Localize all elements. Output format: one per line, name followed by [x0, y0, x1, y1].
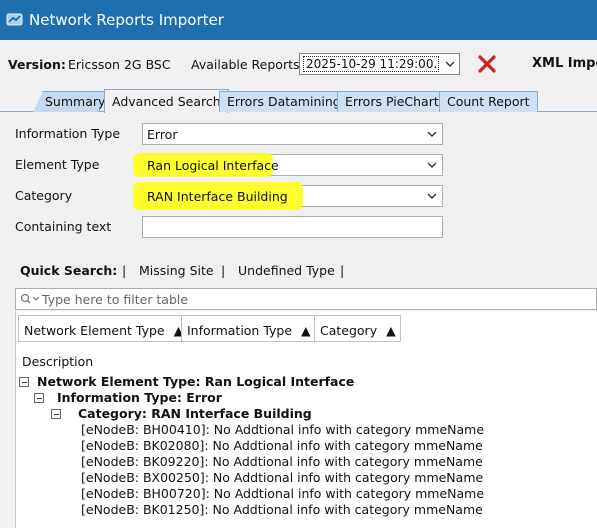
- tab-errors-datamining[interactable]: Errors Datamining: [219, 91, 349, 112]
- element-type-value: Ran Logical Interface: [147, 158, 279, 173]
- quick-search-label: Quick Search:: [20, 263, 118, 278]
- xml-import-label: XML Impor: [532, 56, 597, 71]
- sort-up-icon: ▲: [301, 323, 311, 338]
- version-value: Ericsson 2G BSC: [68, 57, 171, 72]
- separator: |: [340, 263, 345, 278]
- tab-summary-label: Summary: [45, 94, 106, 109]
- report-toolbar: Version: Ericsson 2G BSC Available Repor…: [0, 50, 597, 78]
- row-description: [eNodeB: BK02080]: No Addtional info wit…: [81, 438, 483, 453]
- app-logo-icon: [6, 13, 23, 26]
- group-by-information-type[interactable]: Information Type ▲: [181, 315, 316, 342]
- row-description: [eNodeB: BX00250]: No Addtional info wit…: [81, 470, 484, 485]
- results-table: Network Element Type ▲ Information Type ▲ …: [15, 311, 597, 528]
- category-value: RAN Interface Building: [147, 189, 288, 204]
- row-description: [eNodeB: BK01250]: No Addtional info wit…: [81, 502, 483, 517]
- collapse-icon[interactable]: [51, 409, 61, 419]
- sort-up-icon: ▲: [386, 323, 396, 338]
- tab-bar: Summary Advanced Search Errors Dataminin…: [0, 89, 597, 113]
- table-row[interactable]: [eNodeB: BH00410]: No Addtional info wit…: [16, 422, 597, 438]
- group-header-label: Category: [320, 323, 378, 338]
- table-row[interactable]: [eNodeB: BK02080]: No Addtional info wit…: [16, 438, 597, 454]
- information-type-label: Information Type: [15, 126, 121, 141]
- title-bar: Network Reports Importer: [0, 0, 597, 40]
- tree-group-label: Information Type: Error: [57, 390, 222, 405]
- quick-search-bar: Quick Search: | Missing Site | Undefined…: [0, 262, 597, 280]
- collapse-icon[interactable]: [34, 393, 44, 403]
- filter-placeholder: Type here to filter table: [42, 292, 189, 307]
- chevron-down-icon: [427, 162, 437, 168]
- separator: |: [221, 263, 226, 278]
- tree-group-row[interactable]: Network Element Type: Ran Logical Interf…: [16, 374, 597, 390]
- row-description: [eNodeB: BH00410]: No Addtional info wit…: [81, 422, 485, 437]
- tab-errors-piechart[interactable]: Errors PieChart: [337, 91, 447, 112]
- tree-group-row[interactable]: Information Type: Error: [16, 390, 597, 406]
- tab-summary[interactable]: Summary: [33, 91, 109, 112]
- tab-advanced-search-label: Advanced Search: [112, 94, 221, 109]
- window-title: Network Reports Importer: [29, 11, 224, 29]
- category-label: Category: [15, 188, 73, 203]
- category-row: Category RAN Interface Building: [0, 182, 597, 210]
- group-by-network-element-type[interactable]: Network Element Type ▲: [18, 315, 189, 342]
- available-reports-label: Available Reports: [191, 57, 300, 72]
- tab-advanced-search[interactable]: Advanced Search: [104, 89, 229, 113]
- element-type-row: Element Type Ran Logical Interface: [0, 151, 597, 177]
- quick-search-missing-site[interactable]: Missing Site: [139, 263, 214, 278]
- description-column-header: Description: [22, 354, 94, 369]
- containing-text-row: Containing text: [0, 213, 597, 239]
- containing-text-label: Containing text: [15, 219, 112, 234]
- row-description: [eNodeB: BK09220]: No Addtional info wit…: [81, 454, 483, 469]
- table-row[interactable]: [eNodeB: BX00250]: No Addtional info wit…: [16, 470, 597, 486]
- close-report-icon[interactable]: [476, 53, 498, 75]
- group-header-label: Information Type: [187, 323, 293, 338]
- tree-group-label: Network Element Type: Ran Logical Interf…: [37, 374, 355, 389]
- tab-count-report[interactable]: Count Report: [439, 91, 538, 112]
- search-icon: [20, 293, 40, 304]
- version-label: Version:: [8, 57, 66, 72]
- information-type-value: Error: [147, 127, 178, 142]
- table-row[interactable]: [eNodeB: BH00720]: No Addtional info wit…: [16, 486, 597, 502]
- table-row[interactable]: [eNodeB: BK01250]: No Addtional info wit…: [16, 502, 597, 518]
- available-reports-value: 2025-10-29 11:29:00.0: [303, 56, 439, 72]
- chevron-down-icon: [427, 131, 437, 137]
- collapse-icon[interactable]: [19, 377, 29, 387]
- element-type-label: Element Type: [15, 157, 100, 172]
- containing-text-input[interactable]: [142, 216, 443, 238]
- tab-errors-datamining-label: Errors Datamining: [227, 94, 341, 109]
- quick-search-undefined-type[interactable]: Undefined Type: [238, 263, 335, 278]
- available-reports-select[interactable]: 2025-10-29 11:29:00.0: [299, 53, 460, 75]
- tab-count-report-label: Count Report: [447, 94, 530, 109]
- tab-errors-piechart-label: Errors PieChart: [345, 94, 439, 109]
- group-by-category[interactable]: Category ▲: [314, 315, 401, 342]
- category-select[interactable]: RAN Interface Building: [133, 182, 443, 210]
- table-row[interactable]: [eNodeB: BK09220]: No Addtional info wit…: [16, 454, 597, 470]
- table-filter-input[interactable]: Type here to filter table: [15, 288, 597, 310]
- row-description: [eNodeB: BH00720]: No Addtional info wit…: [81, 486, 485, 501]
- tree-group-label: Category: RAN Interface Building: [78, 406, 312, 421]
- information-type-select[interactable]: Error: [142, 123, 443, 145]
- element-type-select[interactable]: Ran Logical Interface: [133, 153, 443, 177]
- group-header-label: Network Element Type: [24, 323, 165, 338]
- chevron-down-icon: [445, 61, 455, 67]
- tree-group-row[interactable]: Category: RAN Interface Building: [16, 406, 597, 422]
- chevron-down-icon: [427, 193, 437, 199]
- separator: |: [122, 263, 127, 278]
- information-type-row: Information Type Error: [0, 120, 597, 146]
